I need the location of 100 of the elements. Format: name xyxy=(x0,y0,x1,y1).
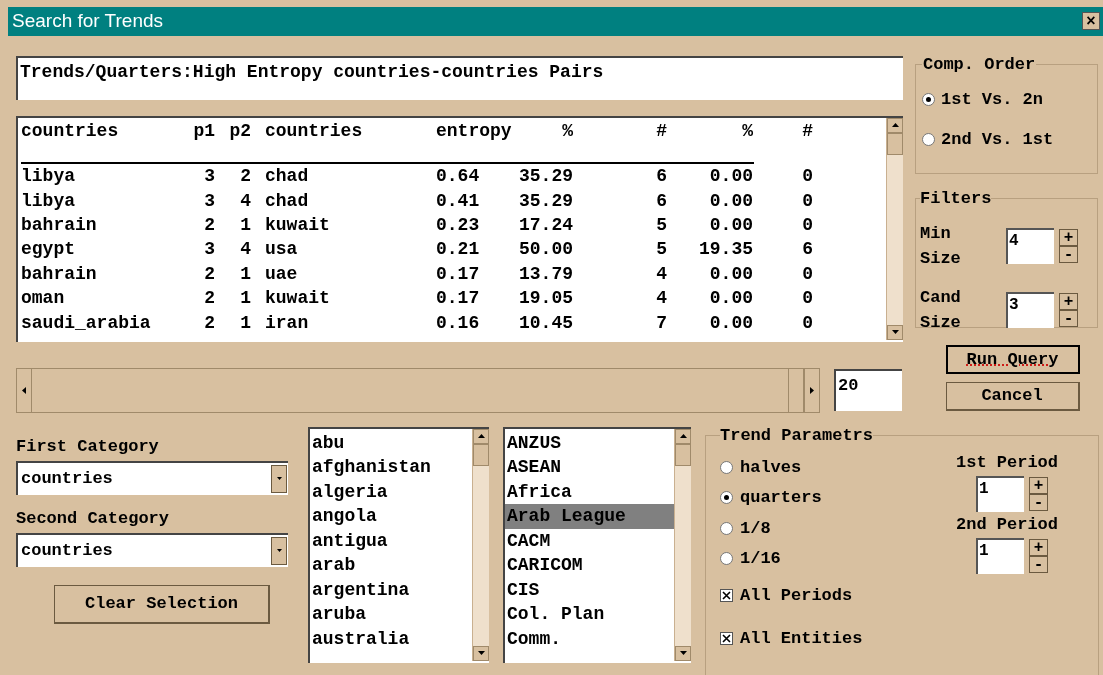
decrement-button[interactable]: - xyxy=(1059,246,1078,263)
clear-selection-button[interactable]: Clear Selection xyxy=(54,584,270,624)
increment-button[interactable]: + xyxy=(1059,293,1078,310)
decrement-button[interactable]: - xyxy=(1029,556,1048,573)
table-cell-text: 4 xyxy=(655,262,667,286)
radio-button[interactable] xyxy=(720,552,733,566)
table-cell-text: 1 xyxy=(239,214,251,237)
list-item[interactable]: ANZUS xyxy=(505,430,674,455)
table-cell-text: 19.05 xyxy=(518,287,573,311)
list-item[interactable]: CIS xyxy=(505,577,674,602)
field-label: Cand Size xyxy=(920,287,962,334)
list-item[interactable]: antigua xyxy=(310,528,472,553)
scroll-thumb[interactable] xyxy=(887,132,903,155)
table-cell-text: 3 xyxy=(203,238,215,262)
list-item[interactable]: argentina xyxy=(310,577,472,602)
list-item[interactable]: Africa xyxy=(505,479,674,504)
table-cell-text: 3 xyxy=(203,165,215,189)
table-cell-text: 17.24 xyxy=(518,214,573,237)
dropdown-arrow-icon xyxy=(276,549,282,552)
list-item[interactable]: ASEAN xyxy=(505,455,674,480)
table-cell-text: chad xyxy=(264,165,310,189)
table-cell-text: 2 xyxy=(203,262,215,286)
table-cell-text: 0.17 xyxy=(435,287,481,311)
scrollbar[interactable] xyxy=(886,117,903,340)
down-arrow-icon xyxy=(477,651,485,655)
table-cell-text: 0.00 xyxy=(708,214,753,237)
slider-thumb[interactable] xyxy=(788,368,804,412)
query-title-field: Trends/Quarters:High Entropy countries-countries Pairs xyxy=(16,55,903,100)
list-item[interactable]: Col. Plan xyxy=(505,602,674,627)
list-item[interactable]: algeria xyxy=(310,479,472,504)
cross-icon xyxy=(722,591,731,600)
category-dropdown[interactable]: countries xyxy=(16,532,288,567)
number-field[interactable]: 1 xyxy=(976,538,1024,574)
table-cell-text: 19.35 xyxy=(698,238,753,262)
scrollbar[interactable] xyxy=(472,428,489,661)
table-cell-text: 0.21 xyxy=(435,238,481,262)
increment-button[interactable]: + xyxy=(1059,229,1078,246)
category-dropdown[interactable]: countries xyxy=(16,460,288,495)
table-cell-text: 0.00 xyxy=(708,262,753,286)
table-cell-text: 4 xyxy=(239,238,251,262)
checkbox[interactable] xyxy=(720,632,733,645)
table-cell-text: 6 xyxy=(655,189,667,213)
number-field[interactable]: 4 xyxy=(1006,228,1054,264)
number-field[interactable]: 3 xyxy=(1006,292,1054,328)
table-cell-text: 4 xyxy=(655,287,667,311)
table-cell-text: 2 xyxy=(239,165,251,189)
scroll-thumb[interactable] xyxy=(675,443,691,466)
list-item[interactable]: abu xyxy=(310,430,472,455)
increment-button[interactable]: + xyxy=(1029,477,1048,494)
list-item[interactable]: CARICOM xyxy=(505,553,674,578)
column-header: countries xyxy=(21,120,120,143)
row-count-field[interactable]: 20 xyxy=(834,369,902,411)
list-item[interactable]: arab xyxy=(310,553,472,578)
field-label: 1st Period xyxy=(956,452,1058,474)
checkbox[interactable] xyxy=(720,589,733,602)
field-label: 2nd Period xyxy=(956,514,1058,536)
table-cell-text: egypt xyxy=(21,238,76,262)
table-cell-text: 13.79 xyxy=(518,262,573,286)
list-item[interactable]: aruba xyxy=(310,602,472,627)
table-cell-text: 0.00 xyxy=(708,311,753,335)
table-cell-text: libya xyxy=(21,189,76,213)
dropdown-arrow-icon xyxy=(276,477,282,480)
column-header: p2 xyxy=(228,120,251,143)
window-title: Search for Trends xyxy=(12,9,164,33)
list-item[interactable]: Comm. xyxy=(505,626,674,651)
decrement-button[interactable]: - xyxy=(1029,494,1048,511)
up-arrow-icon xyxy=(679,434,687,438)
group-title: Filters xyxy=(920,187,992,210)
decrement-button[interactable]: - xyxy=(1059,310,1078,327)
list-item[interactable]: CACM xyxy=(505,528,674,553)
field-label: Min Size xyxy=(920,223,962,270)
radio-button[interactable] xyxy=(720,460,733,474)
table-cell-text: 5 xyxy=(655,214,667,237)
column-header: # xyxy=(655,120,667,143)
table-cell-text: 0.17 xyxy=(435,262,481,286)
table-cell-text: 1 xyxy=(239,287,251,311)
dialog-button[interactable]: Run Query xyxy=(945,344,1080,374)
scroll-thumb[interactable] xyxy=(473,443,489,466)
horizontal-slider[interactable] xyxy=(16,367,820,413)
scrollbar[interactable] xyxy=(674,428,691,661)
list-item[interactable]: Arab League xyxy=(505,504,674,529)
column-header: entropy xyxy=(435,120,512,143)
table-cell-text: 1 xyxy=(239,311,251,335)
close-button[interactable]: × xyxy=(1082,12,1100,31)
increment-button[interactable]: + xyxy=(1029,539,1048,556)
list-item[interactable]: afghanistan xyxy=(310,455,472,480)
right-arrow-icon xyxy=(810,386,814,394)
radio-button[interactable] xyxy=(922,132,935,146)
table-cell-text: 6 xyxy=(801,238,813,262)
list-item[interactable]: angola xyxy=(310,504,472,529)
radio-button[interactable] xyxy=(720,491,733,505)
dialog-button[interactable]: Cancel xyxy=(945,381,1080,411)
radio-button[interactable] xyxy=(922,93,935,107)
radio-button[interactable] xyxy=(720,521,733,535)
list-item[interactable]: australia xyxy=(310,626,472,651)
number-field[interactable]: 1 xyxy=(976,476,1024,512)
checkbox-label: All Entities xyxy=(740,627,863,650)
group-title: Comp. Order xyxy=(922,53,1037,76)
table-cell-text: 0 xyxy=(801,165,813,189)
table-cell-text: 0.41 xyxy=(435,189,481,213)
